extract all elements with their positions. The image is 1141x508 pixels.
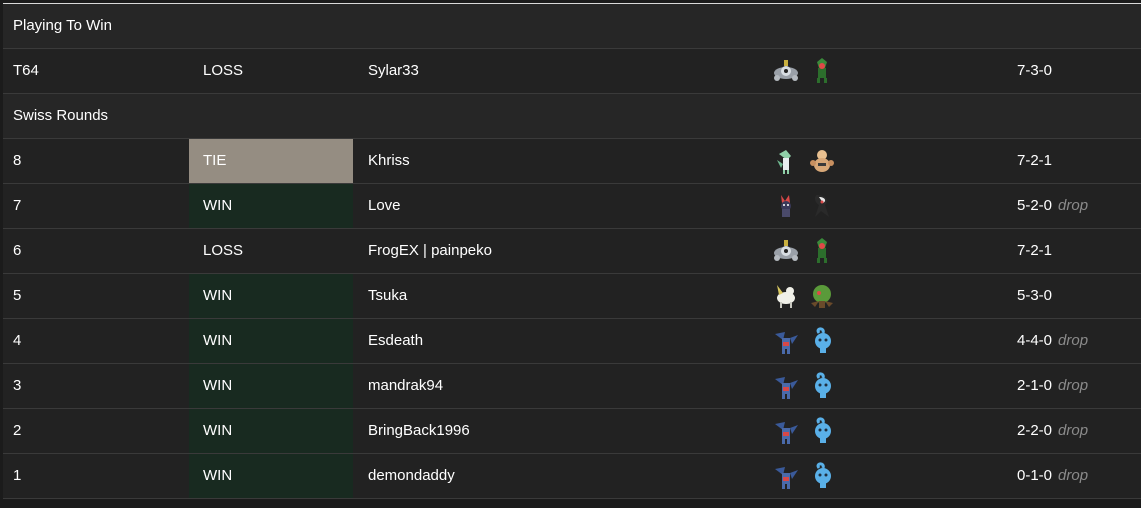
section-header-playoffs: Playing To Win bbox=[3, 4, 1141, 49]
darkrai-icon bbox=[815, 195, 829, 217]
record-cell: 4-4-0 drop bbox=[1017, 319, 1088, 363]
result-cell: WIN bbox=[189, 409, 353, 453]
table-row[interactable]: 1 WIN demondaddy 0-1-0 drop bbox=[3, 454, 1141, 499]
drop-label: drop bbox=[1058, 332, 1089, 349]
round-cell: 3 bbox=[13, 377, 22, 394]
round-cell: 6 bbox=[13, 242, 22, 259]
table-row[interactable]: 5 WIN Tsuka 5-3-0 bbox=[3, 274, 1141, 319]
arceus-icon bbox=[777, 285, 795, 308]
round-cell: 5 bbox=[13, 287, 22, 304]
manaphy-icon bbox=[815, 372, 831, 398]
table-row[interactable]: 3 WIN mandrak94 2-1-0 drop bbox=[3, 364, 1141, 409]
team-cell bbox=[771, 274, 851, 318]
table-row[interactable]: 6 LOSS FrogEX | painpeko 7-2-1 bbox=[3, 229, 1141, 274]
record-value: 7-3-0 bbox=[1017, 62, 1053, 79]
result-cell: WIN bbox=[189, 184, 353, 228]
opponent-name[interactable]: demondaddy bbox=[368, 454, 455, 498]
standings-table: Playing To Win T64 LOSS Sylar33 7-3-0 Sw… bbox=[3, 3, 1141, 499]
record-cell: 0-1-0 drop bbox=[1017, 454, 1088, 498]
record-cell: 7-3-0 bbox=[1017, 49, 1058, 93]
round-cell: 7 bbox=[13, 197, 22, 214]
table-row[interactable]: 8 TIE Khriss 7-2-1 bbox=[3, 139, 1141, 184]
drop-label: drop bbox=[1058, 197, 1089, 214]
record-cell: 7-2-1 bbox=[1017, 229, 1058, 273]
record-value: 2-1-0 bbox=[1017, 377, 1053, 394]
magnezone-icon bbox=[774, 240, 798, 261]
team-cell bbox=[771, 49, 851, 93]
result-cell: LOSS bbox=[203, 62, 244, 79]
result-cell: WIN bbox=[189, 319, 353, 363]
gallade-icon bbox=[777, 150, 791, 174]
garchomp-icon bbox=[775, 377, 798, 399]
round-cell: 4 bbox=[13, 332, 22, 349]
record-value: 0-1-0 bbox=[1017, 467, 1053, 484]
scrafty-green-icon bbox=[817, 238, 827, 263]
record-value: 5-2-0 bbox=[1017, 197, 1053, 214]
hariyama-icon bbox=[810, 150, 834, 172]
record-value: 5-3-0 bbox=[1017, 287, 1053, 304]
record-cell: 2-1-0 drop bbox=[1017, 364, 1088, 408]
round-cell: 2 bbox=[13, 422, 22, 439]
round-cell: 8 bbox=[13, 152, 22, 169]
section-title: Swiss Rounds bbox=[13, 107, 109, 124]
opponent-name[interactable]: Esdeath bbox=[368, 319, 423, 363]
record-cell: 2-2-0 drop bbox=[1017, 409, 1088, 453]
result-cell: LOSS bbox=[203, 242, 244, 259]
table-row[interactable]: 4 WIN Esdeath 4-4-0 drop bbox=[3, 319, 1141, 364]
team-cell bbox=[771, 409, 851, 453]
result-cell: TIE bbox=[189, 139, 353, 183]
record-value: 2-2-0 bbox=[1017, 422, 1053, 439]
record-value: 7-2-1 bbox=[1017, 242, 1053, 259]
weavile-icon bbox=[781, 195, 791, 217]
team-cell bbox=[771, 319, 851, 363]
table-row[interactable]: 7 WIN Love 5-2-0 drop bbox=[3, 184, 1141, 229]
record-cell: 5-2-0 drop bbox=[1017, 184, 1088, 228]
team-cell bbox=[771, 454, 851, 498]
result-cell: WIN bbox=[189, 274, 353, 318]
record-cell: 5-3-0 bbox=[1017, 274, 1058, 318]
team-cell bbox=[771, 184, 851, 228]
opponent-name[interactable]: FrogEX | painpeko bbox=[368, 229, 492, 273]
team-cell bbox=[771, 229, 851, 273]
scrafty-green-icon bbox=[817, 58, 827, 83]
manaphy-icon bbox=[815, 327, 831, 353]
manaphy-icon bbox=[815, 462, 831, 488]
record-value: 4-4-0 bbox=[1017, 332, 1053, 349]
opponent-name[interactable]: Khriss bbox=[368, 139, 410, 183]
opponent-name[interactable]: Sylar33 bbox=[368, 49, 419, 93]
result-cell: WIN bbox=[189, 364, 353, 408]
garchomp-icon bbox=[775, 332, 798, 354]
record-cell: 7-2-1 bbox=[1017, 139, 1058, 183]
table-row[interactable]: T64 LOSS Sylar33 7-3-0 bbox=[3, 49, 1141, 94]
record-value: 7-2-1 bbox=[1017, 152, 1053, 169]
drop-label: drop bbox=[1058, 422, 1089, 439]
section-header-swiss: Swiss Rounds bbox=[3, 94, 1141, 139]
drop-label: drop bbox=[1058, 377, 1089, 394]
round-cell: T64 bbox=[13, 62, 39, 79]
manaphy-icon bbox=[815, 417, 831, 443]
opponent-name[interactable]: Love bbox=[368, 184, 401, 228]
opponent-name[interactable]: BringBack1996 bbox=[368, 409, 470, 453]
round-cell: 1 bbox=[13, 467, 22, 484]
team-cell bbox=[771, 364, 851, 408]
garchomp-icon bbox=[775, 467, 798, 489]
team-cell bbox=[771, 139, 851, 183]
opponent-name[interactable]: mandrak94 bbox=[368, 364, 443, 408]
garchomp-icon bbox=[775, 422, 798, 444]
trevenant-icon bbox=[811, 285, 833, 308]
magnezone-icon bbox=[774, 60, 798, 81]
opponent-name[interactable]: Tsuka bbox=[368, 274, 407, 318]
section-title: Playing To Win bbox=[13, 17, 112, 34]
table-row[interactable]: 2 WIN BringBack1996 2-2-0 drop bbox=[3, 409, 1141, 454]
result-cell: WIN bbox=[189, 454, 353, 498]
drop-label: drop bbox=[1058, 467, 1089, 484]
